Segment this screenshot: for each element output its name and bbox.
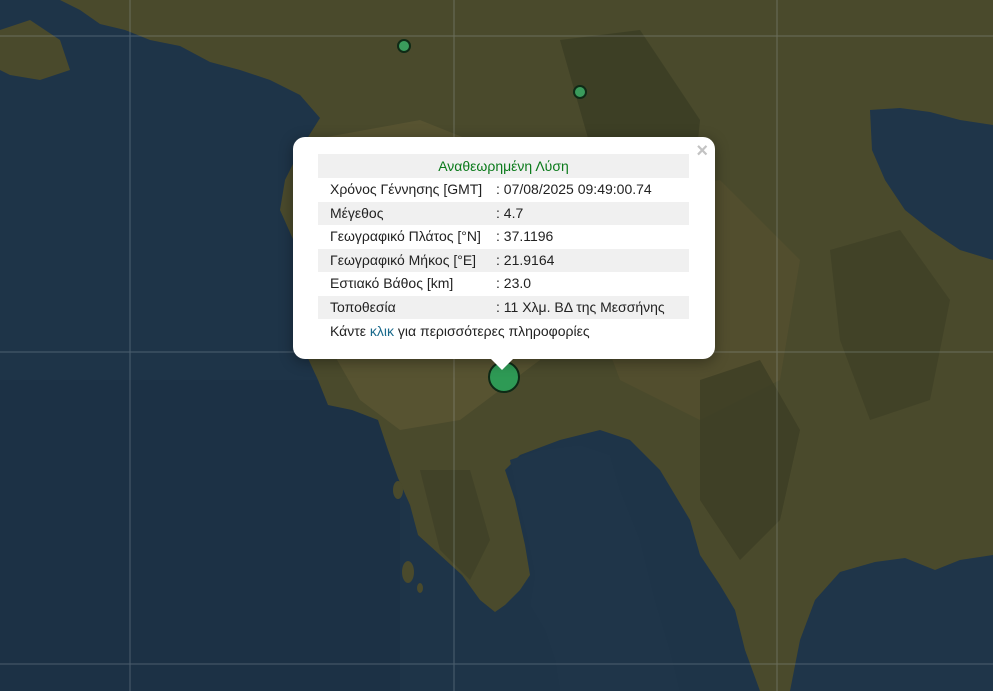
marker-small-north[interactable] — [397, 39, 411, 53]
row-label: Μέγεθος — [330, 204, 384, 221]
close-icon[interactable]: × — [696, 141, 708, 161]
popup-content: Αναθεωρημένη Λύση Χρόνος Γέννησης [GMT] … — [318, 154, 689, 343]
popup-tip — [490, 358, 514, 370]
row-location: Τοποθεσία : 11 Χλμ. ΒΔ της Μεσσήνης — [318, 295, 689, 319]
row-origin-time: Χρόνος Γέννησης [GMT] : 07/08/2025 09:49… — [318, 178, 689, 202]
row-value: : 07/08/2025 09:49:00.74 — [496, 181, 652, 197]
row-value: : 21.9164 — [496, 251, 555, 268]
row-latitude: Γεωγραφικό Πλάτος [°N] : 37.1196 — [318, 225, 689, 249]
footer-text-after: για περισσότερες πληροφορίες — [394, 323, 590, 339]
row-depth: Εστιακό Βάθος [km] : 23.0 — [318, 272, 689, 296]
row-label: Γεωγραφικό Μήκος [°E] — [330, 251, 477, 268]
row-label: Χρόνος Γέννησης [GMT] — [330, 181, 483, 197]
row-value: : 37.1196 — [496, 228, 554, 244]
popup-title: Αναθεωρημένη Λύση — [318, 154, 689, 178]
event-popup: × Αναθεωρημένη Λύση Χρόνος Γέννησης [GMT… — [293, 137, 715, 370]
footer-text-before: Κάντε — [330, 323, 370, 339]
popup-footer: Κάντε κλικ για περισσότερες πληροφορίες — [318, 319, 689, 343]
row-longitude: Γεωγραφικό Μήκος [°E] : 21.9164 — [318, 248, 689, 272]
row-label: Τοποθεσία — [330, 298, 396, 315]
map-view[interactable]: × Αναθεωρημένη Λύση Χρόνος Γέννησης [GMT… — [0, 0, 993, 691]
marker-small-northeast[interactable] — [573, 85, 587, 99]
row-value: : 4.7 — [496, 204, 524, 221]
row-value: : 11 Χλμ. ΒΔ της Μεσσήνης — [496, 298, 665, 315]
row-value: : 23.0 — [496, 275, 532, 291]
row-label: Εστιακό Βάθος [km] — [330, 275, 454, 291]
row-label: Γεωγραφικό Πλάτος [°N] — [330, 228, 481, 244]
more-info-link[interactable]: κλικ — [370, 323, 394, 339]
row-magnitude: Μέγεθος : 4.7 — [318, 201, 689, 225]
